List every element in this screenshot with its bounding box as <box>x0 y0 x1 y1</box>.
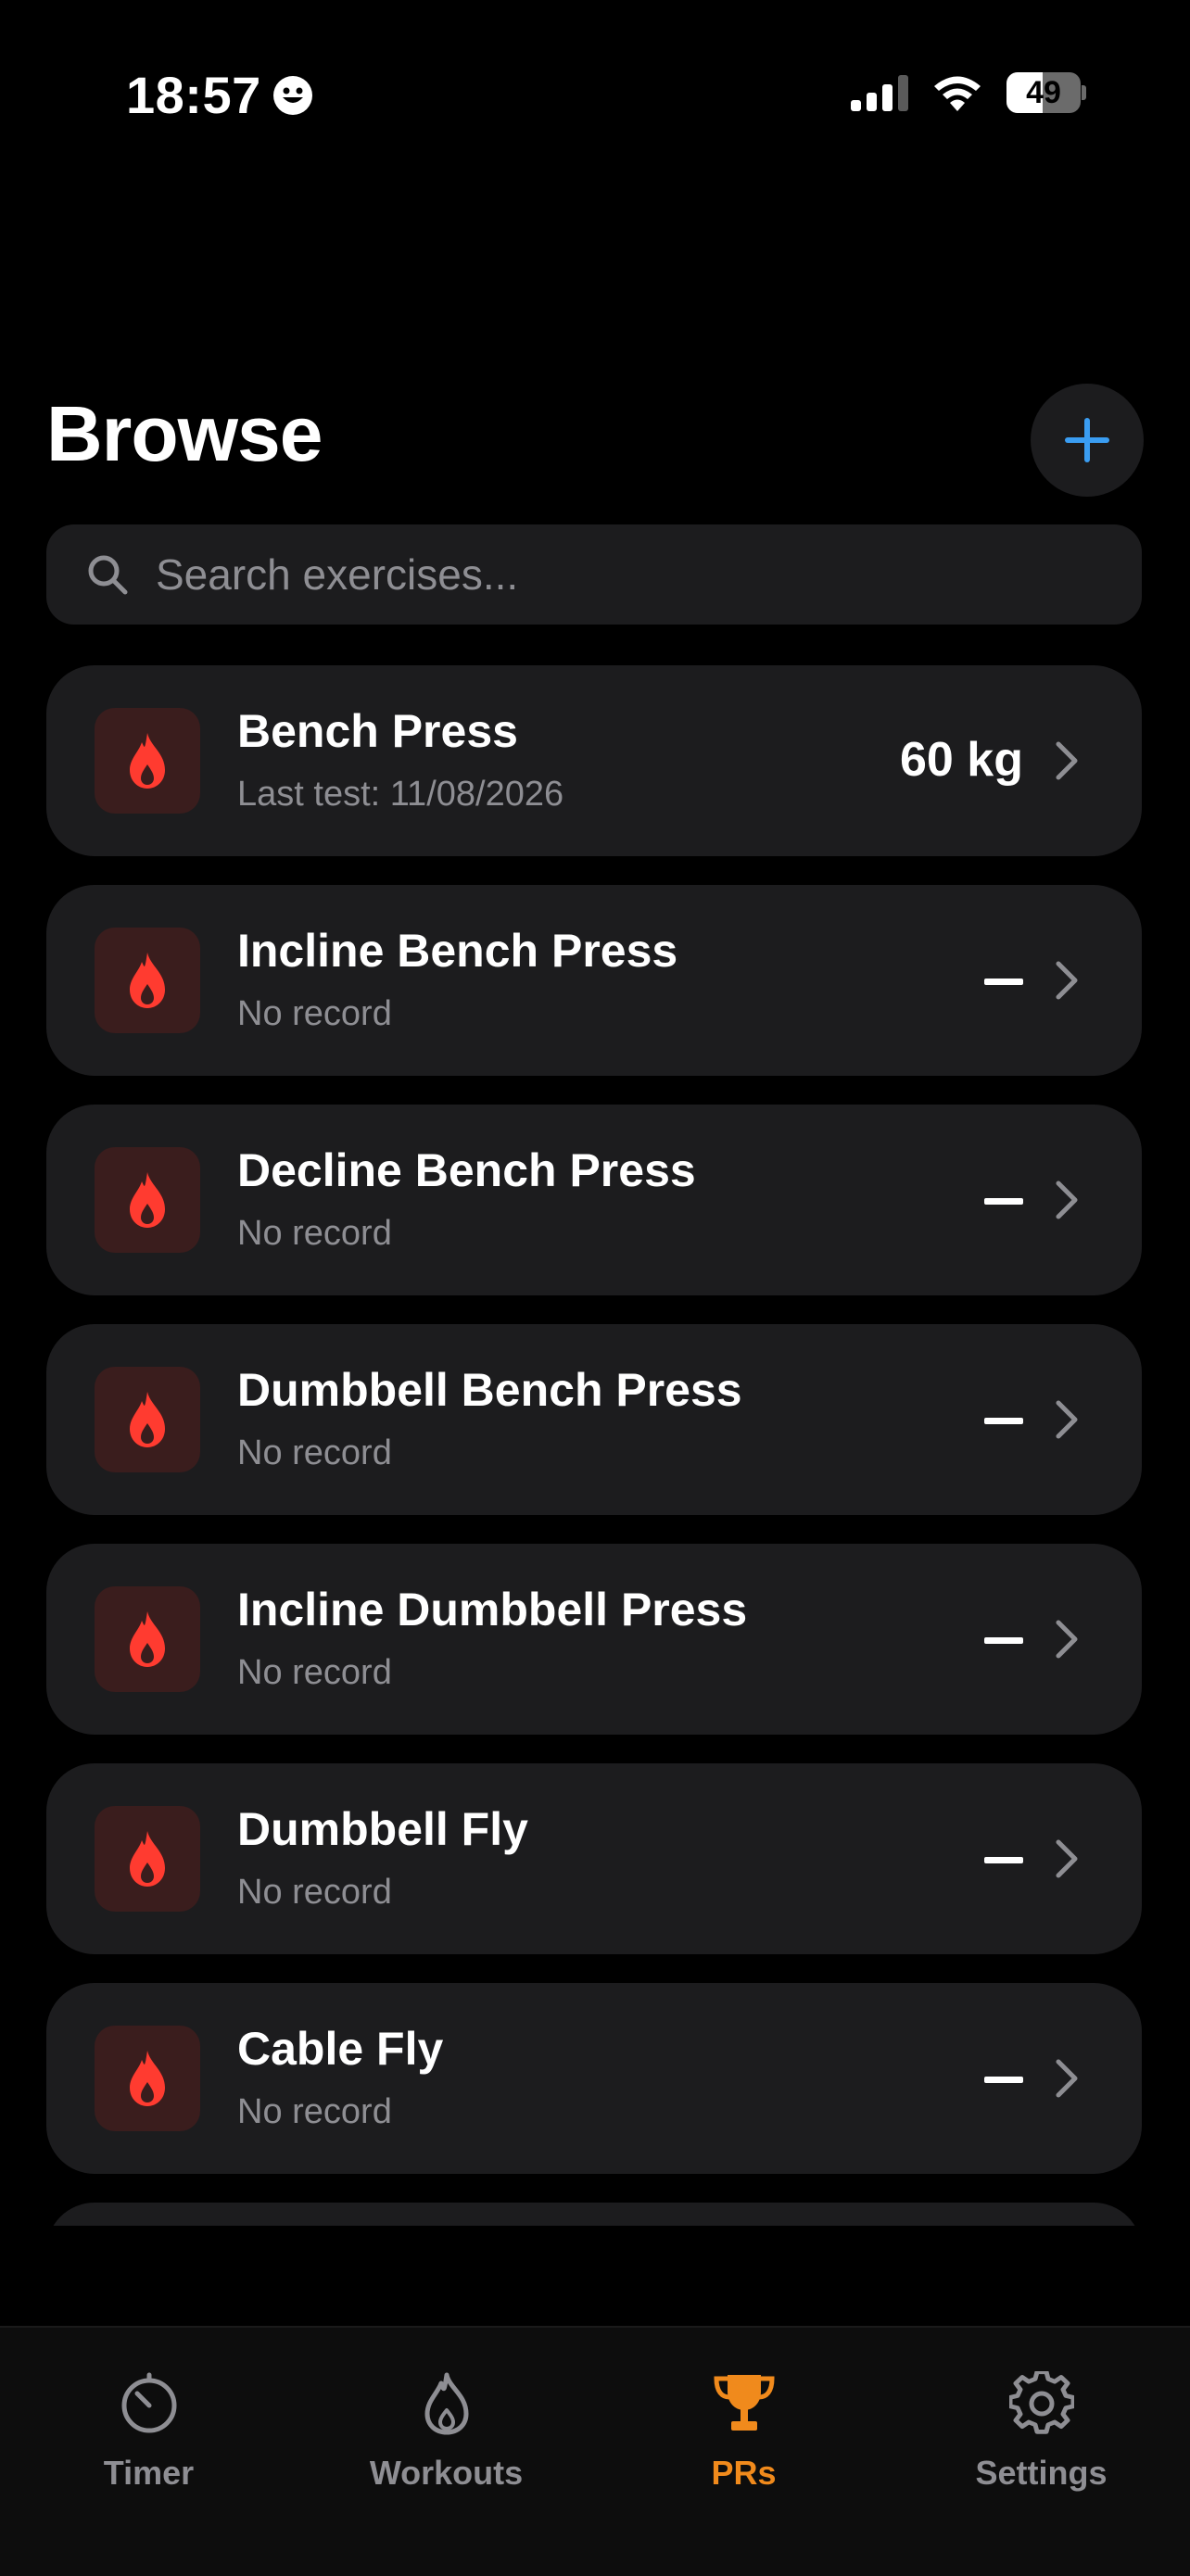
exercise-name: Cable Fly <box>237 2023 444 2075</box>
exercise-name: Dumbbell Bench Press <box>237 1364 742 1416</box>
status-indicators: 49 <box>851 72 1086 113</box>
exercise-icon-badge <box>95 708 200 814</box>
exercise-subtitle: No record <box>237 1433 392 1472</box>
trophy-icon <box>707 2367 781 2441</box>
exercise-icon-badge <box>95 1586 200 1692</box>
exercise-subtitle: No record <box>237 1653 392 1692</box>
cellular-signal-icon <box>851 75 908 111</box>
tab-prs[interactable]: PRs <box>595 2367 892 2515</box>
chevron-right-icon <box>1056 1400 1078 1439</box>
search-icon <box>80 547 135 602</box>
exercise-name: Bench Press <box>237 705 518 757</box>
chevron-right-icon <box>1056 1181 1078 1219</box>
exercise-icon-badge <box>95 1367 200 1472</box>
tab-label: Timer <box>103 2454 195 2492</box>
gear-icon <box>1005 2367 1079 2441</box>
exercise-subtitle: No record <box>237 1214 392 1253</box>
search-input[interactable] <box>154 549 1142 600</box>
tab-label: Settings <box>975 2454 1108 2492</box>
exercise-row[interactable]: Dumbbell Fly No record <box>46 1763 1142 1954</box>
plus-icon <box>1065 418 1109 462</box>
flame-icon <box>130 733 165 789</box>
status-bar: 18:57 49 <box>0 0 1190 195</box>
status-time: 18:57 <box>126 65 313 125</box>
flame-icon <box>130 1172 165 1228</box>
chevron-right-icon <box>1056 2059 1078 2098</box>
status-time-text: 18:57 <box>126 66 261 124</box>
exercise-name: Incline Dumbbell Press <box>237 1584 748 1635</box>
exercise-row[interactable] <box>46 2203 1142 2226</box>
exercise-icon-badge <box>95 1806 200 1912</box>
flame-icon <box>130 2051 165 2106</box>
no-value-dash <box>984 1418 1023 1424</box>
battery-percent: 49 <box>1026 74 1061 110</box>
tab-label: Workouts <box>369 2454 524 2492</box>
no-value-dash <box>984 2077 1023 2083</box>
no-value-dash <box>984 979 1023 985</box>
chevron-right-icon <box>1056 1839 1078 1878</box>
tab-workouts[interactable]: Workouts <box>298 2367 595 2515</box>
exercise-icon-badge <box>95 1147 200 1253</box>
wifi-icon <box>934 76 981 111</box>
tab-label: PRs <box>711 2454 777 2492</box>
smiley-icon <box>272 75 312 115</box>
flame-icon <box>130 1611 165 1667</box>
page-title: Browse <box>46 390 323 477</box>
exercise-pr-value: 60 kg <box>900 733 1023 787</box>
tab-settings[interactable]: Settings <box>892 2367 1190 2515</box>
no-value-dash <box>984 1198 1023 1205</box>
no-value-dash <box>984 1857 1023 1863</box>
chevron-right-icon <box>1056 961 1078 1000</box>
no-value-dash <box>984 1637 1023 1644</box>
exercise-icon-badge <box>95 2026 200 2131</box>
flame-icon <box>130 953 165 1008</box>
battery-indicator: 49 <box>1006 72 1086 113</box>
exercise-name: Decline Bench Press <box>237 1144 696 1196</box>
tab-timer[interactable]: Timer <box>0 2367 298 2515</box>
exercise-icon-badge <box>95 928 200 1033</box>
exercise-row[interactable]: Incline Bench Press No record <box>46 885 1142 1076</box>
exercise-name: Incline Bench Press <box>237 925 678 977</box>
add-exercise-button[interactable] <box>1031 384 1144 497</box>
exercise-subtitle: No record <box>237 994 392 1033</box>
timer-icon <box>112 2367 186 2441</box>
exercise-subtitle: Last test: 11/08/2026 <box>237 775 564 814</box>
flame-icon <box>130 1831 165 1887</box>
exercise-row[interactable]: Decline Bench Press No record <box>46 1105 1142 1295</box>
exercise-subtitle: No record <box>237 1873 392 1912</box>
chevron-right-icon <box>1056 1620 1078 1659</box>
chevron-right-icon <box>1056 741 1078 780</box>
tab-bar: Timer Workouts PRs Settings <box>0 2326 1190 2576</box>
exercise-row[interactable]: Incline Dumbbell Press No record <box>46 1544 1142 1735</box>
exercise-subtitle: No record <box>237 2092 392 2131</box>
flame-icon <box>130 1392 165 1447</box>
flame-icon <box>410 2367 484 2441</box>
exercise-row[interactable]: Cable Fly No record <box>46 1983 1142 2174</box>
exercise-name: Dumbbell Fly <box>237 1803 528 1855</box>
search-bar[interactable] <box>46 524 1142 625</box>
battery-cap <box>1082 85 1086 100</box>
exercise-list: Bench Press Last test: 11/08/2026 60 kg … <box>46 665 1142 2226</box>
exercise-row[interactable]: Dumbbell Bench Press No record <box>46 1324 1142 1515</box>
exercise-row[interactable]: Bench Press Last test: 11/08/2026 60 kg <box>46 665 1142 856</box>
